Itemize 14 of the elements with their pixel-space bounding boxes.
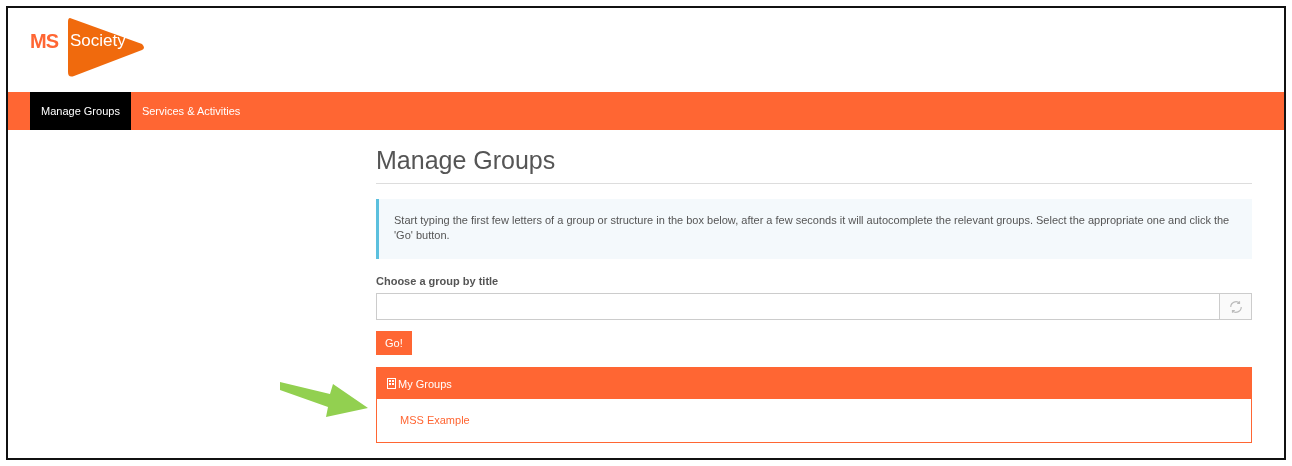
- nav-tab[interactable]: Manage Groups: [30, 92, 131, 130]
- group-link[interactable]: MSS Example: [400, 414, 470, 426]
- logo-mark: MS: [30, 30, 58, 53]
- field-label: Choose a group by title: [376, 275, 500, 287]
- building-icon: [387, 378, 396, 389]
- go-button[interactable]: Go!: [376, 331, 412, 355]
- page-title: Manage Groups: [376, 146, 1252, 184]
- triangle-icon: [66, 18, 146, 78]
- panel-title: My Groups: [398, 377, 452, 390]
- refresh-icon: [1228, 299, 1243, 314]
- info-message: Start typing the first few letters of a group or structure in the box below, after a few seconds it will autocomplete the relevant groups. Select the appropriate one and click the 'Go' button.: [376, 199, 1252, 259]
- nav-tab[interactable]: Services & Activities: [130, 92, 252, 130]
- logo-word: Society: [70, 31, 126, 51]
- group-field[interactable]: [376, 293, 1252, 320]
